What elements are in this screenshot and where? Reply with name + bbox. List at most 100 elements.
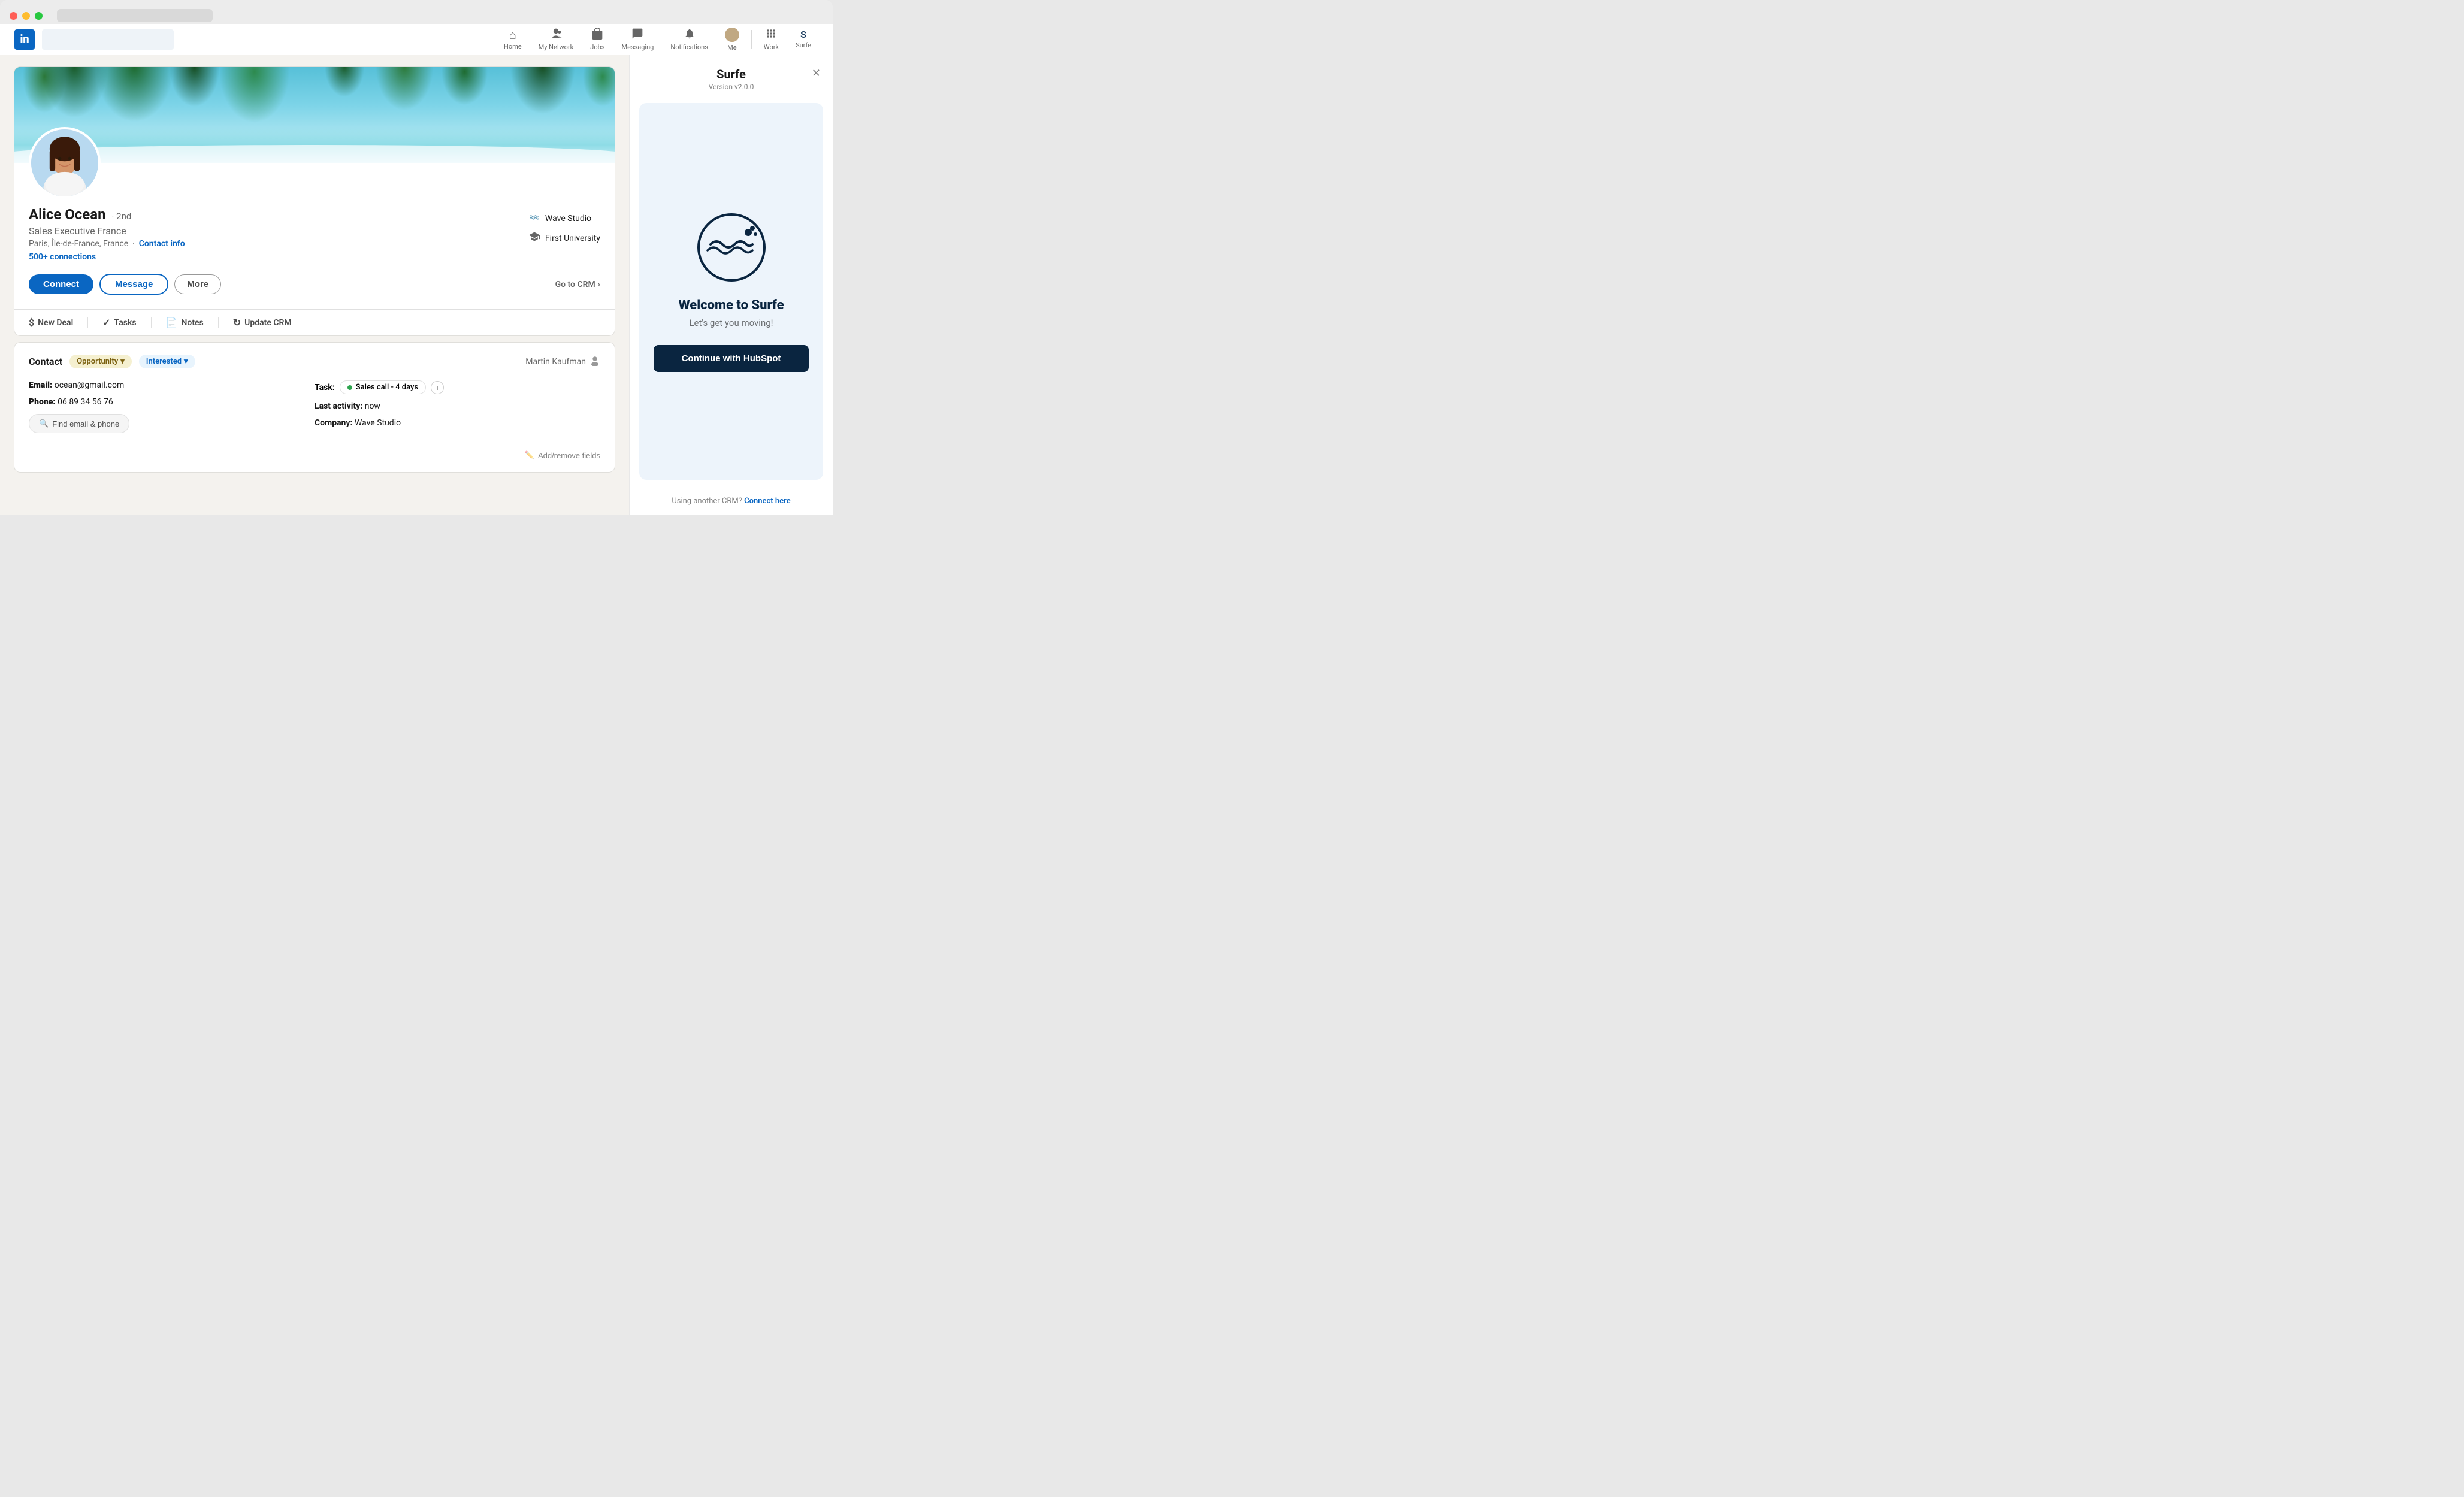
nav-item-surfe[interactable]: S Surfe [788,24,818,55]
more-button[interactable]: More [174,274,221,294]
nav-label-notifications: Notifications [670,43,708,51]
traffic-light-green[interactable] [35,12,43,20]
crm-actions-bar: $ New Deal ✓ Tasks 📄 Notes ↻ Update CRM [14,309,615,335]
check-circle-icon: ✓ [102,317,110,328]
nav-item-my-network[interactable]: My Network [531,24,581,55]
surfe-logo [696,211,767,283]
avatar-container [29,127,101,199]
profile-name-row: Alice Ocean · 2nd [29,206,185,223]
jobs-icon [591,28,603,41]
notes-button[interactable]: 📄 Notes [151,317,218,328]
navbar: in ⌂ Home My Network [0,24,833,55]
navbar-nav: ⌂ Home My Network Jobs [497,24,818,55]
profile-left: Alice Ocean · 2nd Sales Executive France… [29,206,185,262]
messaging-icon [631,28,643,41]
nav-label-jobs: Jobs [590,43,604,51]
surfe-header: Surfe Version v2.0.0 ✕ [630,55,833,96]
nav-label-messaging: Messaging [621,43,654,51]
linkedin-logo: in [14,29,35,50]
nav-item-home[interactable]: ⌂ Home [497,24,529,55]
profile-text-area: Alice Ocean · 2nd Sales Executive France… [29,163,600,262]
chevron-down-icon-2: ▾ [184,357,188,366]
nav-item-notifications[interactable]: Notifications [663,24,715,55]
continue-hubspot-button[interactable]: Continue with HubSpot [654,345,809,372]
home-icon: ⌂ [509,29,516,41]
profile-info: Alice Ocean · 2nd Sales Executive France… [14,163,615,309]
add-fields-row: ✏️ Add/remove fields [29,443,600,460]
main-content: Alice Ocean · 2nd Sales Executive France… [0,55,833,515]
chevron-down-icon: ▾ [120,357,125,366]
nav-label-work: Work [764,43,779,51]
company-name: Wave Studio [545,214,591,223]
surfe-panel-title: Surfe [709,67,754,81]
connect-button[interactable]: Connect [29,274,93,294]
tasks-button[interactable]: ✓ Tasks [87,317,150,328]
wave-white [14,145,615,163]
surfe-nav-icon: S [800,30,806,40]
search-icon: 🔍 [39,419,49,428]
profile-area: Alice Ocean · 2nd Sales Executive France… [0,55,629,515]
surfe-panel: Surfe Version v2.0.0 ✕ [629,55,833,515]
last-activity-field: Last activity: now [315,401,600,411]
surfe-version: Version v2.0.0 [709,83,754,91]
owner-avatar-icon [589,355,600,368]
notes-icon: 📄 [166,317,178,328]
education-name: First University [545,234,600,243]
company-item: Wave Studio [528,211,600,226]
traffic-light-red[interactable] [10,12,17,20]
surfe-close-button[interactable]: ✕ [812,67,821,80]
profile-location: Paris, Île-de-France, France · Contact i… [29,239,185,249]
browser-chrome [0,0,833,24]
contact-info-link[interactable]: Contact info [139,239,185,249]
connections-count[interactable]: 500+ connections [29,252,185,262]
nav-label-surfe: Surfe [796,41,811,49]
add-task-button[interactable]: + [431,381,444,394]
surfe-content-card: Welcome to Surfe Let's get you moving! C… [639,103,823,480]
avatar-nav [725,28,739,42]
cover-image [14,67,615,163]
nav-item-messaging[interactable]: Messaging [614,24,661,55]
find-email-phone-button[interactable]: 🔍 Find email & phone [29,414,129,433]
nav-divider [751,30,752,49]
chevron-right-icon: › [598,280,600,289]
url-bar[interactable] [57,9,213,22]
education-icon [528,231,540,246]
add-remove-fields-button[interactable]: ✏️ Add/remove fields [525,450,600,460]
connection-degree: · 2nd [112,211,132,222]
profile-title: Sales Executive France [29,225,185,237]
app-container: in ⌂ Home My Network [0,24,833,515]
action-buttons: Connect Message More Go to CRM › [29,274,600,295]
message-button[interactable]: Message [99,274,168,295]
surfe-footer: Using another CRM? Connect here [630,487,833,515]
nav-item-work[interactable]: Work [757,24,786,55]
work-icon [765,28,777,41]
notifications-icon [684,28,696,41]
nav-label-home: Home [504,43,522,50]
interested-badge[interactable]: Interested ▾ [139,355,195,368]
phone-field: Phone: 06 89 34 56 76 [29,397,315,407]
search-bar[interactable] [42,29,174,50]
contact-header: Contact Opportunity ▾ Interested ▾ Marti… [29,355,600,368]
nav-item-jobs[interactable]: Jobs [583,24,612,55]
surfe-welcome-subtitle: Let's get you moving! [689,317,773,328]
refresh-icon: ↻ [233,317,241,328]
contact-card: Contact Opportunity ▾ Interested ▾ Marti… [14,343,615,472]
new-deal-button[interactable]: $ New Deal [29,317,87,328]
connect-crm-link[interactable]: Connect here [744,497,791,506]
contact-section-title: Contact [29,356,62,367]
traffic-light-yellow[interactable] [22,12,30,20]
task-status-dot [347,385,352,390]
profile-card: Alice Ocean · 2nd Sales Executive France… [14,67,615,335]
opportunity-badge[interactable]: Opportunity ▾ [69,355,132,368]
nav-item-me[interactable]: Me [718,24,746,55]
profile-right: Wave Studio First University [528,206,600,246]
company-field-contact: Company: Wave Studio [315,418,600,428]
wave-icon [528,211,540,226]
go-to-crm-button[interactable]: Go to CRM › [555,280,600,289]
profile-name: Alice Ocean [29,206,106,223]
my-network-icon [550,28,562,41]
update-crm-button[interactable]: ↻ Update CRM [218,317,306,328]
task-pill[interactable]: Sales call - 4 days [340,380,426,394]
email-field: Email: ocean@gmail.com [29,380,315,390]
dollar-icon: $ [29,317,34,328]
